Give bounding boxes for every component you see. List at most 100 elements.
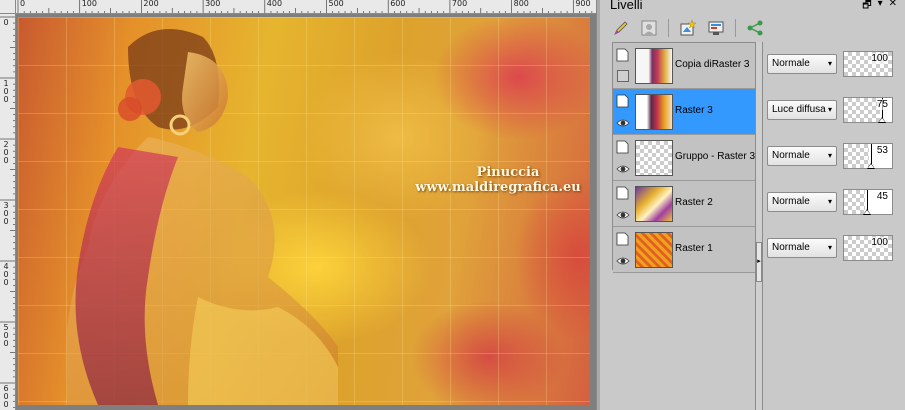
blend-mode-select[interactable]: Normale ▾ xyxy=(767,146,837,166)
layer-visibility-column xyxy=(615,46,631,86)
ruler-label: 0 xyxy=(3,18,9,27)
layer-type-icon[interactable] xyxy=(616,94,629,108)
layer-type-icon[interactable] xyxy=(616,186,629,200)
layer-properties-row: Normale ▾ 100 xyxy=(763,42,905,88)
layer-name: Raster 1 xyxy=(675,243,713,254)
palette-toolbar xyxy=(600,14,905,42)
ruler-label: 100 xyxy=(81,0,97,8)
layer-row[interactable]: Copia diRaster 3 xyxy=(613,43,755,89)
ruler-label: 6 0 0 xyxy=(3,384,9,409)
layer-thumbnail[interactable] xyxy=(635,232,673,268)
layer-visibility-column xyxy=(615,138,631,178)
opacity-slider[interactable]: 100 xyxy=(843,235,893,261)
ruler-label: 600 xyxy=(390,0,406,8)
canvas-image[interactable]: Pinuccia www.maldiregrafica.eu xyxy=(18,17,590,405)
layer-row[interactable]: Raster 1 xyxy=(613,227,755,273)
ruler-label: 800 xyxy=(513,0,529,8)
layer-type-icon[interactable] xyxy=(616,232,629,246)
chevron-down-icon: ▾ xyxy=(827,151,832,160)
eye-icon[interactable] xyxy=(616,254,630,268)
blend-mode-select[interactable]: Normale ▾ xyxy=(767,192,837,212)
toolbar-separator xyxy=(735,19,736,37)
layer-type-icon[interactable] xyxy=(616,48,629,62)
opacity-value: 100 xyxy=(871,237,888,248)
layers-list: Copia diRaster 3 Raster 3 Gruppo - Raster … xyxy=(612,42,756,273)
layer-thumbnail[interactable] xyxy=(635,94,673,130)
horizontal-ruler[interactable]: 0 100 200 300 400 500 600 700 800 900 xyxy=(16,0,596,14)
layer-thumbnail[interactable] xyxy=(635,48,673,84)
blend-mode-value: Normale xyxy=(772,58,810,69)
layer-name: Copia diRaster 3 xyxy=(675,59,750,70)
ruler-label: 700 xyxy=(451,0,468,8)
ruler-label: 400 xyxy=(266,0,283,8)
ruler-label: 500 xyxy=(328,0,344,8)
opacity-value: 53 xyxy=(876,145,888,156)
psp-window: 0 100 200 300 400 500 600 700 800 900 0 1 0 0 2 0 0… xyxy=(0,0,905,410)
eye-icon[interactable] xyxy=(616,208,630,222)
toolbar-separator xyxy=(668,19,669,37)
layer-visibility-column xyxy=(615,92,631,132)
opacity-value: 100 xyxy=(871,53,888,64)
watermark-url: www.maldiregrafica.eu xyxy=(415,180,581,195)
palette-splitter[interactable]: ▸ xyxy=(755,42,763,410)
chevron-down-icon: ▾ xyxy=(827,105,832,114)
layer-row[interactable]: Raster 2 xyxy=(613,181,755,227)
edit-brush-icon[interactable] xyxy=(610,17,632,39)
blend-mode-value: Normale xyxy=(772,242,810,253)
opacity-handle[interactable] xyxy=(862,209,871,215)
blend-mode-select[interactable]: Luce diffusa ▾ xyxy=(767,100,837,120)
layer-visibility-column xyxy=(615,184,631,224)
layer-properties-row: Luce diffusa ▾ 75 xyxy=(763,88,905,134)
opacity-value: 75 xyxy=(876,99,888,110)
blend-mode-value: Luce diffusa xyxy=(772,104,826,115)
woman-figure-image xyxy=(65,29,338,405)
layer-type-icon[interactable] xyxy=(616,140,629,154)
ruler-label: 3 0 0 xyxy=(3,201,9,226)
eye-icon[interactable] xyxy=(616,162,630,176)
layer-name: Raster 3 xyxy=(675,105,713,116)
layer-visibility-column xyxy=(615,230,631,270)
ruler-corner xyxy=(0,0,16,14)
eye-hidden-icon[interactable] xyxy=(617,70,629,82)
opacity-value: 45 xyxy=(876,191,888,202)
layer-properties-row: Normale ▾ 45 xyxy=(763,180,905,226)
layer-name: Gruppo - Raster 3 xyxy=(675,151,756,162)
splitter-handle[interactable]: ▸ xyxy=(756,242,762,282)
layer-thumbnail[interactable] xyxy=(635,186,673,222)
opacity-slider[interactable]: 75 xyxy=(843,97,893,123)
horizontal-ruler-ticks xyxy=(17,0,593,13)
blend-mode-select[interactable]: Normale ▾ xyxy=(767,238,837,258)
watermark: Pinuccia www.maldiregrafica.eu xyxy=(398,165,590,195)
chevron-down-icon: ▾ xyxy=(827,243,832,252)
close-icon[interactable]: ✕ xyxy=(889,0,897,15)
blend-mode-select[interactable]: Normale ▾ xyxy=(767,54,837,74)
opacity-handle[interactable] xyxy=(877,117,886,123)
layer-row[interactable]: Raster 3 xyxy=(613,89,755,135)
chevron-down-icon: ▾ xyxy=(827,59,832,68)
vertical-ruler[interactable]: 0 1 0 0 2 0 0 3 0 0 4 0 0 5 0 0 6 0 0 xyxy=(0,14,16,410)
dropdown-icon[interactable]: ▾ xyxy=(878,0,883,15)
opacity-slider[interactable]: 53 xyxy=(843,143,893,169)
ruler-label: 2 0 0 xyxy=(3,140,9,165)
layer-properties-column: Normale ▾ 100 Luce diffusa ▾ 75 Normale ▾ 53 Norm… xyxy=(763,42,905,410)
palette-titlebar[interactable]: Livelli 🗗 ▾ ✕ xyxy=(600,0,905,13)
ruler-label: 5 0 0 xyxy=(3,323,9,348)
layer-properties-row: Normale ▾ 53 xyxy=(763,134,905,180)
layer-thumbnail[interactable] xyxy=(635,140,673,176)
blend-mode-value: Normale xyxy=(772,196,810,207)
chevron-down-icon: ▾ xyxy=(827,197,832,206)
layer-name: Raster 2 xyxy=(675,197,713,208)
ruler-label: 4 0 0 xyxy=(3,262,9,287)
mask-icon[interactable] xyxy=(638,17,660,39)
layer-row[interactable]: Gruppo - Raster 3 xyxy=(613,135,755,181)
ruler-label: 1 0 0 xyxy=(3,79,9,104)
layer-properties-icon[interactable] xyxy=(705,17,727,39)
new-layer-icon[interactable] xyxy=(677,17,699,39)
opacity-slider[interactable]: 45 xyxy=(843,189,893,215)
opacity-slider[interactable]: 100 xyxy=(843,51,893,77)
eye-icon[interactable] xyxy=(616,116,630,130)
opacity-handle[interactable] xyxy=(866,163,875,169)
pin-icon[interactable]: 🗗 xyxy=(862,0,871,15)
link-share-icon[interactable] xyxy=(744,17,766,39)
canvas-area[interactable]: 0 100 200 300 400 500 600 700 800 900 0 1 0 0 2 0 0… xyxy=(0,0,596,410)
